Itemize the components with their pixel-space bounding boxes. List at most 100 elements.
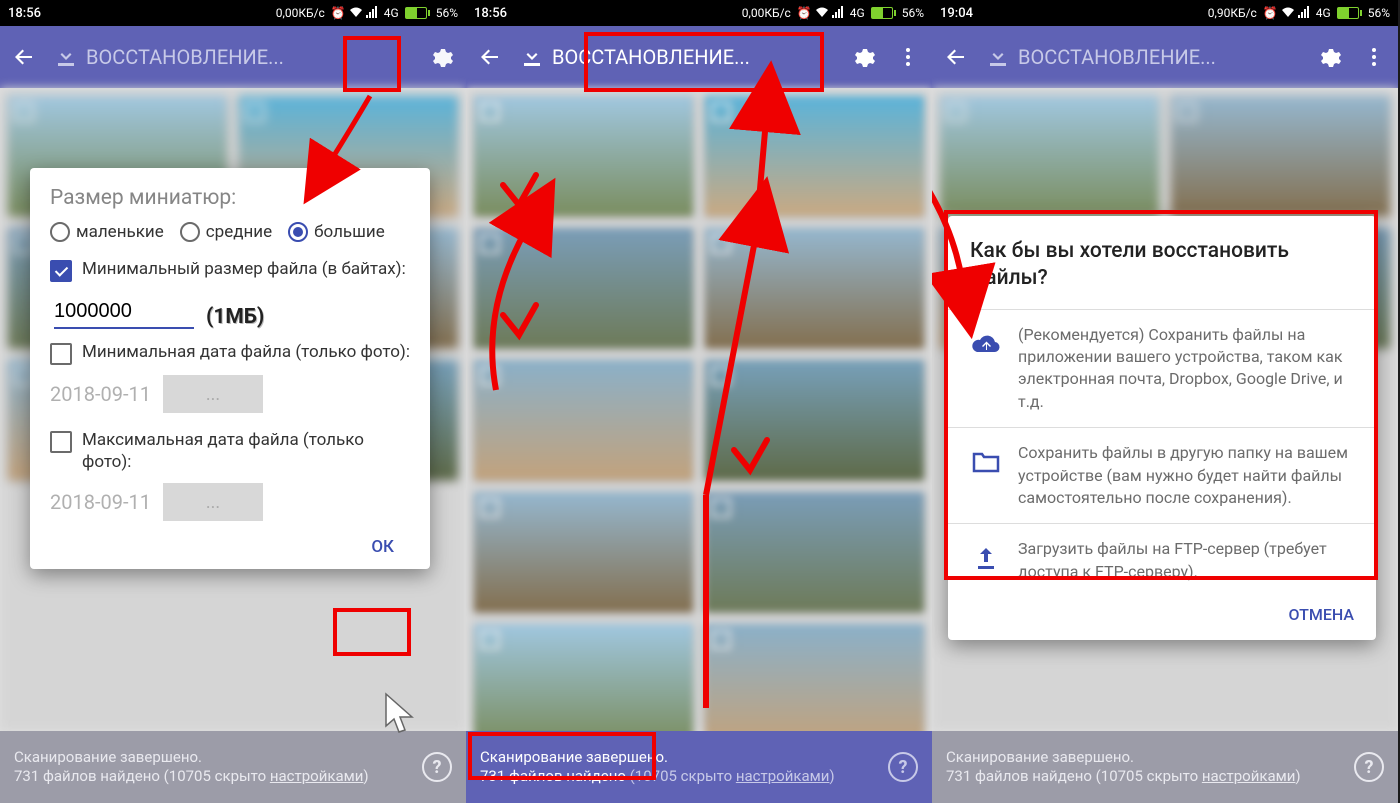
restore-option-cloud[interactable]: (Рекомендуется) Сохранить файлы на прило… <box>948 309 1376 428</box>
checkbox-icon[interactable] <box>14 102 34 122</box>
checkbox-icon[interactable] <box>711 630 731 650</box>
radio-large[interactable]: большие <box>288 222 385 242</box>
status-right: 0,90КБ/с ⏰ 4G 56% <box>1208 6 1390 21</box>
max-date-value-row: 2018-09-11 ... <box>50 483 410 521</box>
thumbnail[interactable] <box>474 228 693 348</box>
settings-icon[interactable] <box>852 45 876 69</box>
thumbnail[interactable] <box>474 492 693 612</box>
status-data: 0,00КБ/с <box>276 6 325 20</box>
alarm-icon: ⏰ <box>797 6 812 20</box>
wifi-icon <box>349 6 363 21</box>
settings-icon[interactable] <box>430 45 454 69</box>
settings-link[interactable]: настройками <box>736 767 830 785</box>
checkbox-icon[interactable] <box>480 102 500 122</box>
max-date-row[interactable]: Максимальная дата файла (только фото): <box>50 429 410 473</box>
checkbox-icon[interactable] <box>50 343 72 365</box>
more-icon[interactable] <box>1362 45 1386 69</box>
help-icon[interactable]: ? <box>1354 752 1384 782</box>
back-icon[interactable] <box>944 45 968 69</box>
settings-dialog: Размер миниатюр: маленькие средние больш… <box>30 168 430 569</box>
status-icons: ⏰ <box>331 6 378 21</box>
folder-icon <box>970 446 1002 478</box>
status-time: 18:56 <box>8 6 41 21</box>
settings-link[interactable]: настройками <box>270 767 364 785</box>
status-bottom-bar: Сканирование завершено. 731 файлов найде… <box>466 731 932 803</box>
status-right: 0,00КБ/с ⏰ 4G 56% <box>742 6 924 21</box>
restore-option-ftp[interactable]: Загрузить файлы на FTP-сервер (требует д… <box>948 523 1376 597</box>
status-battery: 56% <box>1368 6 1390 20</box>
thumbnail[interactable] <box>705 360 924 480</box>
app-title[interactable]: ВОССТАНОВЛЕНИЕ... <box>522 45 832 69</box>
app-bar: ВОССТАНОВЛЕНИЕ... <box>932 26 1398 88</box>
status-right: 0,00КБ/с ⏰ 4G 56% <box>276 6 458 21</box>
alarm-icon: ⏰ <box>331 6 346 20</box>
download-icon <box>988 47 1008 67</box>
checkbox-icon[interactable] <box>1177 102 1197 122</box>
help-icon[interactable]: ? <box>422 752 452 782</box>
thumbnail[interactable] <box>705 96 924 216</box>
battery-icon <box>871 7 896 19</box>
app-title[interactable]: ВОССТАНОВЛЕНИЕ... <box>56 45 410 69</box>
thumbnail[interactable] <box>705 228 924 348</box>
scan-status-text: Сканирование завершено. 731 файлов найде… <box>480 748 835 787</box>
alarm-icon: ⏰ <box>1263 6 1278 20</box>
restore-dialog: Как бы вы хотели восстановить файлы? (Ре… <box>948 216 1376 640</box>
min-date-picker-button[interactable]: ... <box>163 375 263 413</box>
settings-link[interactable]: настройками <box>1202 767 1296 785</box>
thumbnail-grid-blurred <box>466 88 932 731</box>
checkbox-icon[interactable] <box>711 102 731 122</box>
checkbox-icon[interactable] <box>50 431 72 453</box>
status-bottom-bar: Сканирование завершено. 731 файлов найде… <box>0 731 466 803</box>
one-mb-annotation: (1МБ) <box>206 305 264 329</box>
status-net: 4G <box>384 6 399 20</box>
wifi-icon <box>815 6 829 21</box>
thumbnail-size-radio-group: маленькие средние большие <box>50 222 410 242</box>
min-date-row[interactable]: Минимальная дата файла (только фото): <box>50 341 410 365</box>
more-icon[interactable] <box>896 45 920 69</box>
status-data: 0,90КБ/с <box>1208 6 1257 20</box>
checkbox-icon[interactable] <box>480 630 500 650</box>
restore-dialog-title: Как бы вы хотели восстановить файлы? <box>948 238 1376 309</box>
min-filesize-input[interactable] <box>54 296 194 329</box>
battery-icon <box>405 7 430 19</box>
thumbnail[interactable] <box>705 492 924 612</box>
screen-2: 18:56 0,00КБ/с ⏰ 4G 56% ВОССТАНОВЛЕНИЕ..… <box>466 0 932 803</box>
download-icon <box>56 47 76 67</box>
checkbox-icon[interactable] <box>480 366 500 386</box>
back-icon[interactable] <box>478 45 502 69</box>
checkbox-icon[interactable] <box>711 234 731 254</box>
checkbox-icon[interactable] <box>480 498 500 518</box>
thumbnail[interactable] <box>1171 96 1390 216</box>
checkbox-icon[interactable] <box>711 498 731 518</box>
thumbnail[interactable] <box>474 624 693 744</box>
checkbox-icon[interactable] <box>480 234 500 254</box>
settings-icon[interactable] <box>1318 45 1342 69</box>
thumbnail[interactable] <box>474 96 693 216</box>
ok-button[interactable]: ОК <box>355 527 410 567</box>
help-icon[interactable]: ? <box>888 752 918 782</box>
cloud-upload-icon <box>970 328 1002 360</box>
app-title[interactable]: ВОССТАНОВЛЕНИЕ... <box>988 45 1298 69</box>
radio-medium[interactable]: средние <box>180 222 272 242</box>
checkbox-icon[interactable] <box>946 102 966 122</box>
scan-status-text: Сканирование завершено. 731 файлов найде… <box>14 748 369 787</box>
min-filesize-row[interactable]: Минимальный размер файла (в байтах): <box>50 258 410 282</box>
max-date-picker-button[interactable]: ... <box>163 483 263 521</box>
status-data: 0,00КБ/с <box>742 6 791 20</box>
status-icons: ⏰ <box>797 6 844 21</box>
cancel-button[interactable]: ОТМЕНА <box>1288 605 1354 624</box>
checkbox-icon[interactable] <box>50 260 72 282</box>
upload-icon <box>970 542 1002 574</box>
thumbnail[interactable] <box>474 360 693 480</box>
checkbox-icon[interactable] <box>245 102 265 122</box>
thumbnail[interactable] <box>705 624 924 744</box>
status-time: 19:04 <box>940 6 973 21</box>
checkbox-icon[interactable] <box>711 366 731 386</box>
radio-small[interactable]: маленькие <box>50 222 164 242</box>
back-icon[interactable] <box>12 45 36 69</box>
radio-icon <box>288 222 308 242</box>
signal-icon <box>1298 6 1310 21</box>
thumbnail[interactable] <box>940 96 1159 216</box>
status-bar: 18:56 0,00КБ/с ⏰ 4G 56% <box>0 0 466 26</box>
restore-option-folder[interactable]: Сохранить файлы в другую папку на вашем … <box>948 427 1376 523</box>
